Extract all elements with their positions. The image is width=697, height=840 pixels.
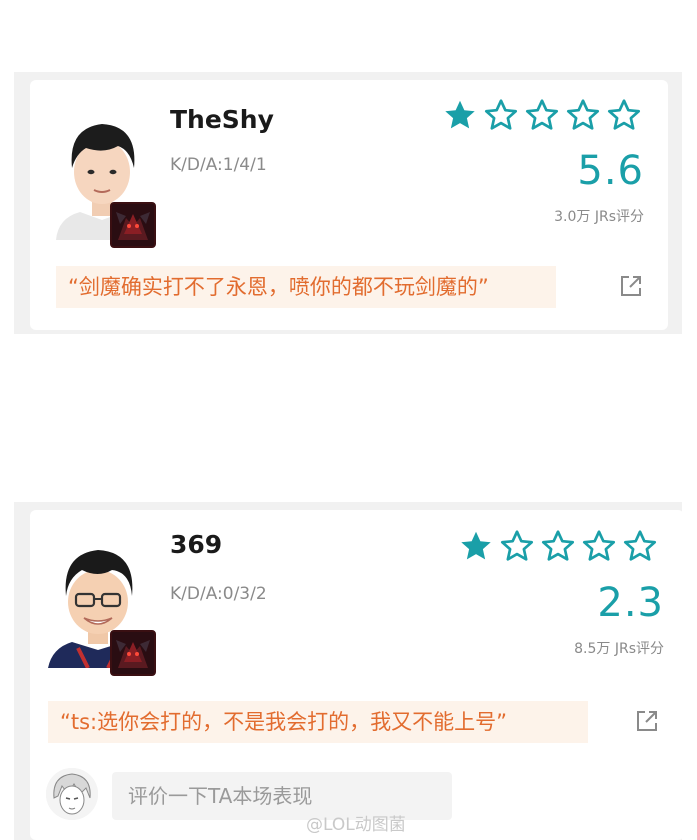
player-card-369[interactable]: 369 K/D/A:0/3/2 2.3 8.5万 JRs评分 “ts:选你会打的… bbox=[30, 510, 684, 840]
player-quote: “剑魔确实打不了永恩，喷你的都不玩剑魔的” bbox=[56, 266, 556, 308]
star-filled-icon[interactable] bbox=[442, 97, 478, 133]
champion-aatrox-icon bbox=[110, 630, 156, 676]
player-card-theshy[interactable]: TheShy K/D/A:1/4/1 5.6 3.0万 JRs评分 “剑魔确实打… bbox=[30, 80, 668, 330]
star-empty-icon[interactable] bbox=[524, 97, 560, 133]
player-avatar[interactable] bbox=[52, 110, 162, 250]
share-icon[interactable] bbox=[618, 273, 644, 299]
manga-avatar-icon bbox=[46, 768, 98, 820]
player-avatar[interactable] bbox=[48, 538, 158, 678]
player-quote: “ts:选你会打的，不是我会打的，我又不能上号” bbox=[48, 701, 588, 743]
watermark: @LOL动图菌 bbox=[306, 815, 406, 835]
star-empty-icon[interactable] bbox=[540, 528, 576, 564]
player-name: TheShy bbox=[170, 105, 274, 134]
player-score: 5.6 bbox=[577, 148, 644, 194]
star-empty-icon[interactable] bbox=[622, 528, 658, 564]
player-kda: K/D/A:1/4/1 bbox=[170, 155, 267, 175]
star-empty-icon[interactable] bbox=[606, 97, 642, 133]
star-empty-icon[interactable] bbox=[565, 97, 601, 133]
page: TheShy K/D/A:1/4/1 5.6 3.0万 JRs评分 “剑魔确实打… bbox=[0, 0, 697, 840]
champion-aatrox-icon bbox=[110, 202, 156, 248]
star-filled-icon[interactable] bbox=[458, 528, 494, 564]
share-icon[interactable] bbox=[634, 708, 660, 734]
star-empty-icon[interactable] bbox=[483, 97, 519, 133]
star-rating[interactable] bbox=[442, 97, 642, 133]
player-kda: K/D/A:0/3/2 bbox=[170, 584, 267, 604]
rating-count: 8.5万 JRs评分 bbox=[574, 641, 664, 657]
star-rating[interactable] bbox=[458, 528, 658, 564]
star-empty-icon[interactable] bbox=[499, 528, 535, 564]
user-avatar[interactable] bbox=[46, 768, 98, 820]
player-name: 369 bbox=[170, 530, 223, 559]
player-score: 2.3 bbox=[597, 580, 664, 626]
rating-count: 3.0万 JRs评分 bbox=[554, 209, 644, 225]
star-empty-icon[interactable] bbox=[581, 528, 617, 564]
